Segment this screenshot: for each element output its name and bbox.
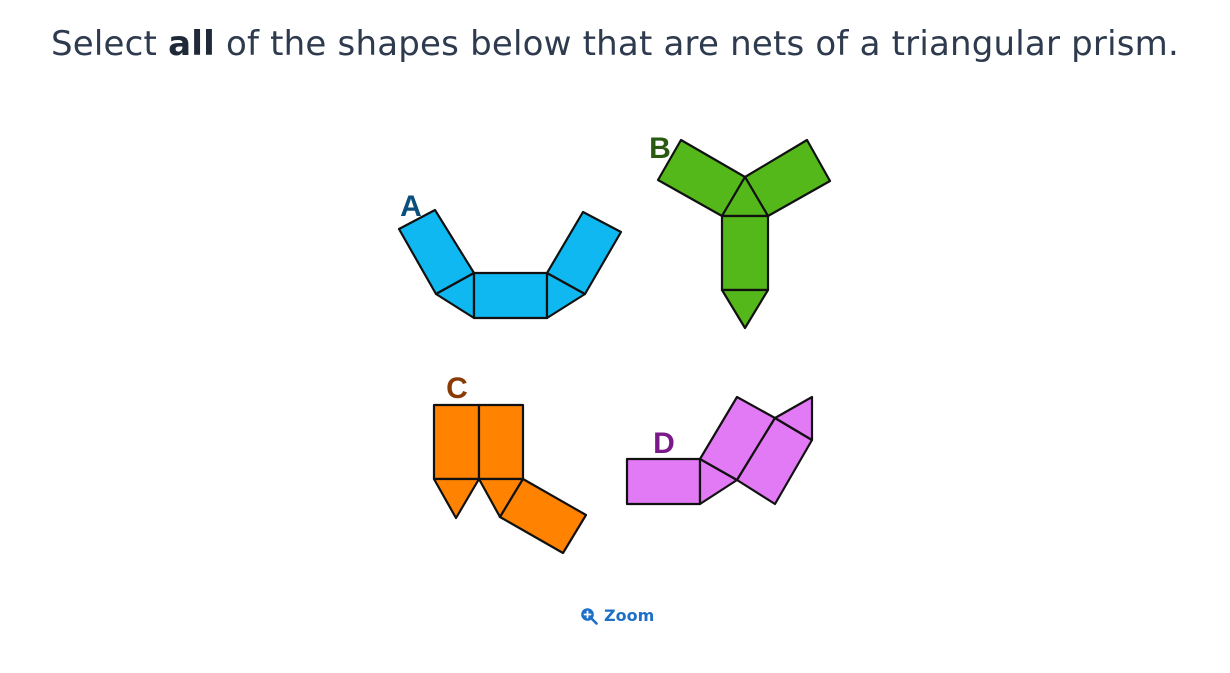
net-c[interactable] — [432, 403, 588, 555]
net-b[interactable] — [656, 138, 832, 330]
net-d-face — [625, 457, 702, 506]
net-a[interactable] — [397, 208, 623, 320]
zoom-in-icon — [581, 607, 598, 625]
net-c-face — [432, 403, 481, 481]
net-b-face — [720, 214, 770, 292]
net-c-face — [477, 403, 525, 481]
net-c-label: C — [446, 372, 468, 405]
net-c-face — [432, 477, 481, 520]
zoom-label: Zoom — [604, 606, 655, 625]
net-a-label: A — [400, 190, 422, 223]
net-b-label: B — [649, 132, 671, 165]
net-d-label: D — [653, 427, 675, 460]
net-a-face — [472, 271, 549, 320]
net-b-face — [720, 288, 770, 330]
zoom-button[interactable]: Zoom — [580, 606, 654, 625]
nets-figure: A B C D — [397, 132, 832, 555]
